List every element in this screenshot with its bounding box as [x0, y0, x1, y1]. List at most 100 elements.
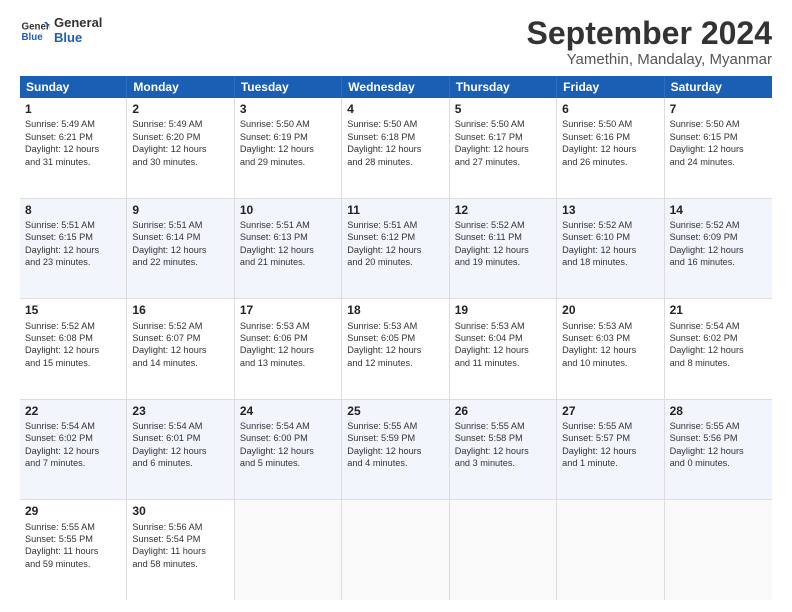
cal-cell-day-4: 4Sunrise: 5:50 AMSunset: 6:18 PMDaylight… — [342, 98, 449, 198]
cal-cell-empty — [557, 500, 664, 600]
day-number: 13 — [562, 202, 658, 218]
day-info-line: and 19 minutes. — [455, 256, 551, 268]
day-number: 5 — [455, 101, 551, 117]
day-info-line: Sunset: 6:07 PM — [132, 332, 228, 344]
day-info-line: Sunrise: 5:50 AM — [562, 118, 658, 130]
day-info-line: Daylight: 12 hours — [670, 244, 767, 256]
day-number: 17 — [240, 302, 336, 318]
cal-cell-day-28: 28Sunrise: 5:55 AMSunset: 5:56 PMDayligh… — [665, 400, 772, 500]
day-info-line: and 28 minutes. — [347, 156, 443, 168]
day-info-line: Daylight: 12 hours — [562, 344, 658, 356]
day-number: 30 — [132, 503, 228, 519]
day-info-line: and 15 minutes. — [25, 357, 121, 369]
day-number: 1 — [25, 101, 121, 117]
day-info-line: and 5 minutes. — [240, 457, 336, 469]
cal-cell-day-8: 8Sunrise: 5:51 AMSunset: 6:15 PMDaylight… — [20, 199, 127, 299]
cal-cell-empty — [450, 500, 557, 600]
day-info-line: Sunrise: 5:52 AM — [455, 219, 551, 231]
cal-cell-day-17: 17Sunrise: 5:53 AMSunset: 6:06 PMDayligh… — [235, 299, 342, 399]
day-info-line: and 58 minutes. — [132, 558, 228, 570]
day-info-line: Sunset: 6:02 PM — [670, 332, 767, 344]
day-info-line: Daylight: 12 hours — [347, 244, 443, 256]
cal-cell-day-3: 3Sunrise: 5:50 AMSunset: 6:19 PMDaylight… — [235, 98, 342, 198]
day-info-line: Sunrise: 5:51 AM — [132, 219, 228, 231]
day-info-line: Daylight: 12 hours — [670, 344, 767, 356]
day-info-line: Daylight: 12 hours — [347, 445, 443, 457]
day-info-line: and 14 minutes. — [132, 357, 228, 369]
day-info-line: Sunrise: 5:54 AM — [240, 420, 336, 432]
day-info-line: Sunrise: 5:55 AM — [562, 420, 658, 432]
day-info-line: and 11 minutes. — [455, 357, 551, 369]
day-number: 10 — [240, 202, 336, 218]
cal-cell-day-30: 30Sunrise: 5:56 AMSunset: 5:54 PMDayligh… — [127, 500, 234, 600]
day-info-line: and 6 minutes. — [132, 457, 228, 469]
day-info-line: and 24 minutes. — [670, 156, 767, 168]
day-info-line: and 22 minutes. — [132, 256, 228, 268]
cal-cell-day-22: 22Sunrise: 5:54 AMSunset: 6:02 PMDayligh… — [20, 400, 127, 500]
day-info-line: Sunset: 6:17 PM — [455, 131, 551, 143]
cal-cell-day-27: 27Sunrise: 5:55 AMSunset: 5:57 PMDayligh… — [557, 400, 664, 500]
logo-icon: General Blue — [20, 16, 50, 46]
day-info-line: Sunrise: 5:56 AM — [132, 521, 228, 533]
day-number: 15 — [25, 302, 121, 318]
day-info-line: Sunset: 6:08 PM — [25, 332, 121, 344]
cal-cell-day-29: 29 Sunrise: 5:55 AMSunset: 5:55 PMDayligh… — [20, 500, 127, 600]
day-info-line: Daylight: 11 hours — [25, 545, 121, 557]
cal-cell-day-5: 5Sunrise: 5:50 AMSunset: 6:17 PMDaylight… — [450, 98, 557, 198]
day-info-line: Daylight: 11 hours — [132, 545, 228, 557]
day-info-line: Sunrise: 5:55 AM — [347, 420, 443, 432]
day-number: 11 — [347, 202, 443, 218]
day-number: 3 — [240, 101, 336, 117]
cal-header-saturday: Saturday — [665, 76, 772, 98]
cal-header-tuesday: Tuesday — [235, 76, 342, 98]
day-info-line: Sunset: 6:15 PM — [670, 131, 767, 143]
day-number: 29 — [25, 503, 121, 519]
day-info-line: Sunset: 6:11 PM — [455, 231, 551, 243]
day-info-line: Sunset: 6:06 PM — [240, 332, 336, 344]
day-info-line: Daylight: 12 hours — [25, 344, 121, 356]
logo: General Blue General Blue — [20, 16, 102, 46]
day-number: 26 — [455, 403, 551, 419]
day-number: 9 — [132, 202, 228, 218]
day-info-line: and 23 minutes. — [25, 256, 121, 268]
day-info-line: Sunset: 6:15 PM — [25, 231, 121, 243]
day-info-line: Sunset: 5:55 PM — [25, 533, 121, 545]
cal-cell-day-2: 2Sunrise: 5:49 AMSunset: 6:20 PMDaylight… — [127, 98, 234, 198]
main-title: September 2024 — [527, 16, 772, 51]
day-info-line: Daylight: 12 hours — [562, 244, 658, 256]
cal-cell-day-23: 23Sunrise: 5:54 AMSunset: 6:01 PMDayligh… — [127, 400, 234, 500]
day-info-line: and 16 minutes. — [670, 256, 767, 268]
day-info-line: Sunset: 6:12 PM — [347, 231, 443, 243]
day-info-line: Sunrise: 5:50 AM — [455, 118, 551, 130]
day-info-line: and 8 minutes. — [670, 357, 767, 369]
day-info-line: Daylight: 12 hours — [670, 445, 767, 457]
calendar-row-3: 22Sunrise: 5:54 AMSunset: 6:02 PMDayligh… — [20, 400, 772, 501]
cal-header-sunday: Sunday — [20, 76, 127, 98]
day-info-line: Daylight: 12 hours — [240, 143, 336, 155]
day-info-line: and 30 minutes. — [132, 156, 228, 168]
day-info-line: Sunset: 5:57 PM — [562, 432, 658, 444]
day-info-line: Sunset: 5:56 PM — [670, 432, 767, 444]
cal-header-wednesday: Wednesday — [342, 76, 449, 98]
day-info-line: Daylight: 12 hours — [132, 244, 228, 256]
day-info-line: Daylight: 12 hours — [25, 445, 121, 457]
day-number: 25 — [347, 403, 443, 419]
day-number: 6 — [562, 101, 658, 117]
day-info-line: Sunrise: 5:49 AM — [132, 118, 228, 130]
day-info-line: Sunset: 6:03 PM — [562, 332, 658, 344]
calendar-body: 1Sunrise: 5:49 AMSunset: 6:21 PMDaylight… — [20, 98, 772, 600]
svg-text:Blue: Blue — [22, 32, 44, 43]
day-info-line: Sunrise: 5:51 AM — [240, 219, 336, 231]
day-info-line: Sunrise: 5:54 AM — [670, 320, 767, 332]
day-info-line: Sunset: 6:09 PM — [670, 231, 767, 243]
day-info-line: Daylight: 12 hours — [455, 143, 551, 155]
day-info-line: Sunset: 5:59 PM — [347, 432, 443, 444]
cal-cell-day-21: 21Sunrise: 5:54 AMSunset: 6:02 PMDayligh… — [665, 299, 772, 399]
day-info-line: Daylight: 12 hours — [562, 445, 658, 457]
day-info-line: and 59 minutes. — [25, 558, 121, 570]
day-number: 2 — [132, 101, 228, 117]
cal-header-monday: Monday — [127, 76, 234, 98]
day-info-line: Sunrise: 5:55 AM — [25, 521, 121, 533]
day-info-line: Sunrise: 5:55 AM — [455, 420, 551, 432]
day-info-line: and 13 minutes. — [240, 357, 336, 369]
